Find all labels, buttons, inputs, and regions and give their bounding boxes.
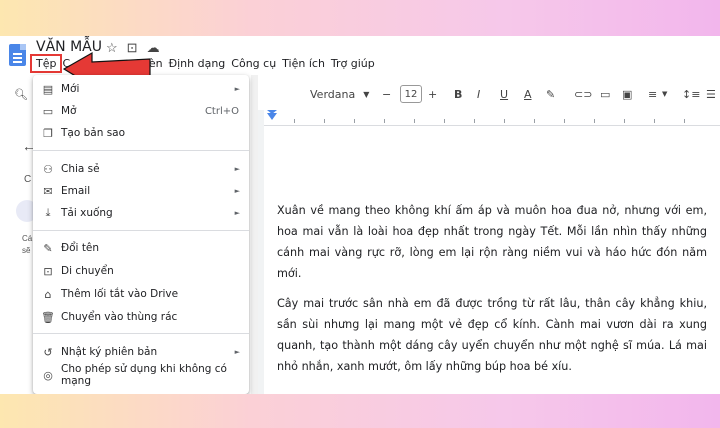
menu-item-download[interactable]: ⤓ Tải xuống ► — [33, 203, 249, 223]
offline-icon: ◎ — [43, 368, 53, 382]
drive-shortcut-icon: ⌂ — [44, 287, 52, 301]
image-icon[interactable]: ▣ — [622, 82, 632, 106]
link-icon[interactable]: ⊂⊃ — [574, 82, 592, 106]
text-color-icon[interactable]: A — [524, 82, 532, 106]
left-indent-marker[interactable] — [267, 113, 277, 120]
copy-icon: ❐ — [43, 126, 53, 140]
align-icon[interactable]: ≡ — [648, 82, 657, 106]
menu-item-open[interactable]: ▭ Mở Ctrl+O — [33, 101, 249, 121]
outline-text-se: sẽ — [22, 246, 31, 255]
file-menu-highlight-box — [30, 54, 62, 73]
menu-item-share[interactable]: ⚇ Chia sẻ ► — [33, 159, 249, 179]
history-icon: ↺ — [43, 345, 53, 359]
person-add-icon: ⚇ — [43, 162, 53, 176]
submenu-arrow-icon: ► — [234, 85, 240, 93]
trash-icon: 🗑︎ — [41, 310, 55, 324]
folder-open-icon: ▭ — [42, 104, 54, 118]
menu-item-move-to-trash[interactable]: 🗑︎ Chuyển vào thùng rác — [33, 307, 249, 327]
download-icon: ⤓ — [45, 206, 51, 219]
font-size-input[interactable]: 12 — [400, 85, 422, 103]
divider — [33, 150, 249, 151]
italic-icon[interactable]: I — [477, 82, 480, 106]
docs-logo-icon[interactable] — [9, 44, 26, 66]
move-folder-icon: ⊡ — [43, 264, 53, 278]
bold-icon[interactable]: B — [454, 82, 462, 106]
search-menus-icon[interactable]: 🔍︎ — [14, 82, 28, 106]
rename-icon: ✎ — [43, 241, 53, 255]
submenu-arrow-icon: ► — [234, 187, 240, 195]
submenu-arrow-icon: ► — [234, 165, 240, 173]
decrease-font-size-icon[interactable]: − — [382, 82, 391, 106]
menu-item-email[interactable]: ✉ Email ► — [33, 181, 249, 201]
outline-heading-letter: C — [24, 174, 32, 185]
menu-item-version-history[interactable]: ↺ Nhật ký phiên bản ► — [33, 342, 249, 362]
font-select[interactable]: Verdana ▼ — [310, 82, 369, 106]
email-icon: ✉ — [43, 184, 53, 198]
align-chevron-icon[interactable]: ▼ — [662, 82, 667, 106]
menu-scrollbar[interactable] — [251, 75, 258, 394]
menu-format[interactable]: Định dạng — [166, 57, 229, 70]
chevron-down-icon: ▼ — [363, 89, 370, 99]
document-icon: ▤ — [42, 82, 54, 96]
menu-item-add-shortcut[interactable]: ⌂ Thêm lối tắt vào Drive — [33, 284, 249, 304]
menu-extensions[interactable]: Tiện ích — [279, 57, 328, 70]
first-line-marker[interactable] — [267, 110, 277, 114]
menu-item-move[interactable]: ⊡ Di chuyển — [33, 261, 249, 281]
comment-icon[interactable]: ▭ — [600, 82, 610, 106]
menu-item-make-copy[interactable]: ❐ Tạo bản sao — [33, 123, 249, 143]
menu-item-rename[interactable]: ✎ Đổi tên — [33, 238, 249, 258]
document-body[interactable]: Xuân về mang theo không khí ấm áp và muô… — [277, 200, 707, 386]
font-name: Verdana — [310, 87, 356, 101]
submenu-arrow-icon: ► — [234, 348, 240, 356]
menu-tools[interactable]: Công cụ — [228, 57, 279, 70]
page-gutter — [258, 110, 264, 394]
highlight-icon[interactable]: ✎ — [546, 82, 555, 106]
file-menu-dropdown: ▤ Mới ► ▭ Mở Ctrl+O ❐ Tạo bản sao ⚇ Chia… — [33, 75, 249, 394]
checklist-icon[interactable]: ☰ — [706, 82, 716, 106]
line-spacing-icon[interactable]: ↕≡ — [682, 82, 700, 106]
menu-item-new[interactable]: ▤ Mới ► — [33, 79, 249, 99]
submenu-arrow-icon: ► — [234, 209, 240, 217]
paragraph-1: Xuân về mang theo không khí ấm áp và muô… — [277, 204, 707, 280]
menu-help[interactable]: Trợ giúp — [328, 57, 378, 70]
divider — [33, 333, 249, 334]
paragraph-2: Cây mai trước sân nhà em đã được trồng t… — [277, 297, 707, 373]
increase-font-size-icon[interactable]: + — [428, 82, 437, 106]
divider — [33, 230, 249, 231]
underline-icon[interactable]: U — [500, 82, 508, 106]
ruler[interactable] — [264, 110, 720, 126]
menu-item-offline[interactable]: ◎ Cho phép sử dụng khi không có mạng — [33, 363, 249, 387]
outline-text-ca: Cá — [22, 234, 33, 243]
docs-window: VĂN MẪU ☆ ⊡ ☁ Tệp C Chèn Định dạng Công … — [0, 36, 720, 394]
